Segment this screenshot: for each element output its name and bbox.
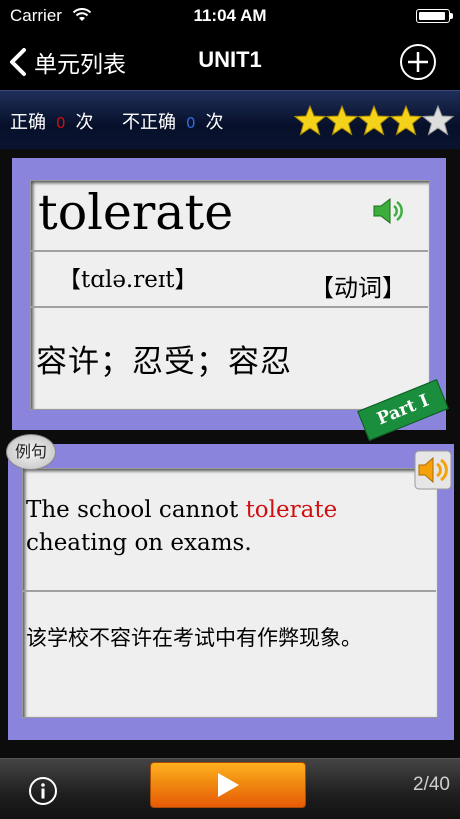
star-icon[interactable] (390, 105, 422, 136)
info-icon[interactable] (28, 776, 58, 806)
status-time: 11:04 AM (193, 6, 267, 25)
example-en-highlight: tolerate (245, 497, 338, 523)
star-rating[interactable] (294, 105, 454, 136)
part-of-speech: 【动词】 (310, 274, 406, 302)
example-en-after: cheating on exams. (26, 530, 252, 556)
correct-score: 正确 0 次 (10, 108, 94, 134)
example-badge: 例句 (6, 434, 56, 470)
correct-label: 正确 (10, 112, 46, 133)
correct-count: 0 (56, 114, 66, 132)
star-icon[interactable] (294, 105, 326, 136)
example-chinese: 该学校不容许在考试中有作弊现象。 (26, 626, 362, 650)
divider (22, 590, 436, 592)
times-label: 次 (75, 112, 94, 133)
phonetic-text: 【tɑlə.reɪt】 (58, 267, 198, 293)
play-icon (218, 773, 239, 797)
incorrect-score: 不正确 0 次 (122, 108, 224, 134)
divider (30, 250, 428, 252)
add-icon[interactable] (398, 42, 438, 82)
star-icon[interactable] (326, 105, 358, 136)
divider (30, 306, 428, 308)
play-button[interactable] (150, 762, 306, 808)
page-title: UNIT1 (198, 47, 262, 72)
battery-icon (416, 9, 453, 23)
speaker-icon[interactable] (414, 450, 452, 490)
word-meaning: 容许；忍受；容忍 (36, 344, 292, 380)
example-en-before: The school cannot (26, 497, 246, 523)
speaker-icon[interactable] (372, 196, 406, 226)
incorrect-label: 不正确 (122, 112, 176, 133)
incorrect-count: 0 (186, 114, 196, 132)
card-counter: 2/40 (413, 774, 450, 795)
example-english: The school cannot tolerate cheating on e… (26, 494, 426, 560)
star-icon[interactable] (422, 105, 454, 136)
word-text: tolerate (38, 184, 234, 241)
times-label-2: 次 (205, 112, 224, 133)
star-icon[interactable] (358, 105, 390, 136)
